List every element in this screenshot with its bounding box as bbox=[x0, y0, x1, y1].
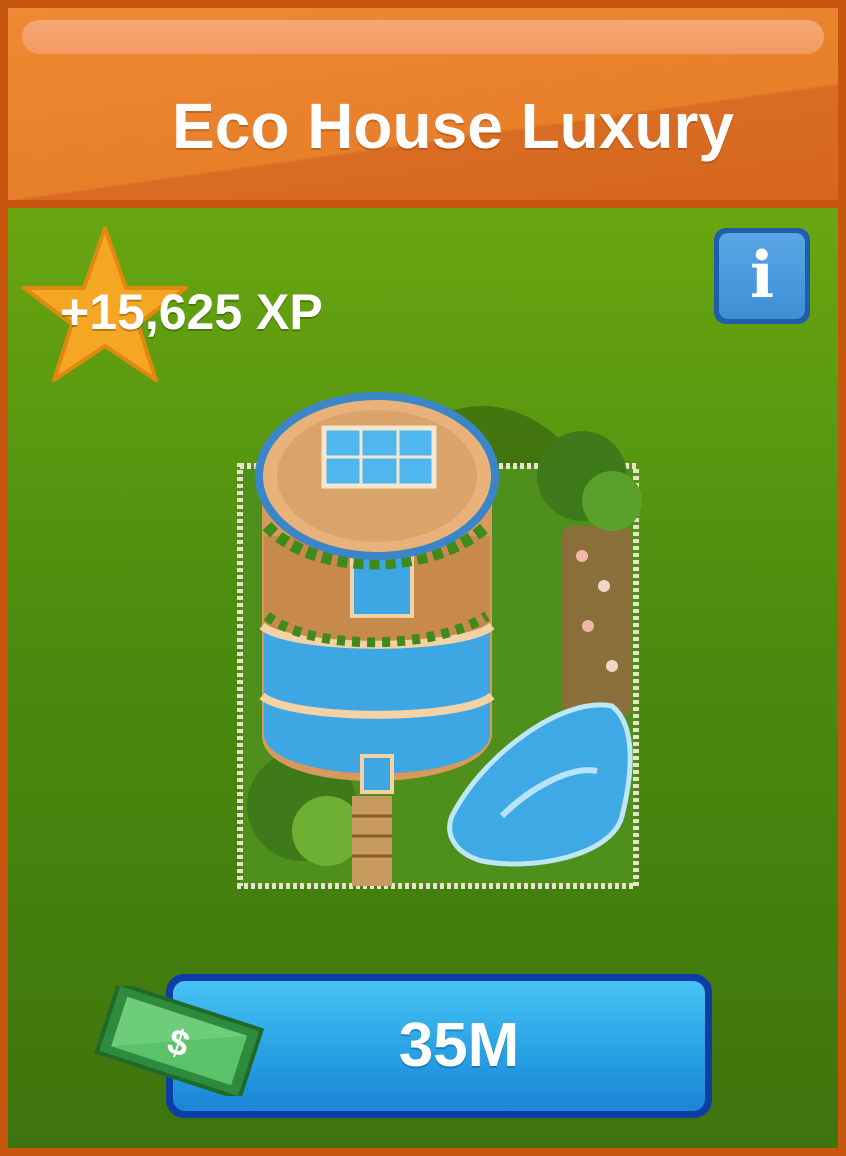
header-gloss bbox=[22, 20, 824, 54]
item-card: Eco House Luxury +15,625 XP i 35M $ bbox=[0, 0, 846, 1156]
building-image bbox=[237, 392, 642, 889]
price-label: 35M bbox=[398, 1011, 520, 1080]
cash-icon: $ bbox=[94, 986, 265, 1096]
item-title: Eco House Luxury bbox=[172, 90, 734, 162]
xp-reward-label: +15,625 XP bbox=[60, 284, 323, 340]
info-icon: i bbox=[719, 233, 805, 319]
info-button[interactable]: i bbox=[714, 228, 810, 324]
card-header: Eco House Luxury bbox=[8, 8, 838, 200]
